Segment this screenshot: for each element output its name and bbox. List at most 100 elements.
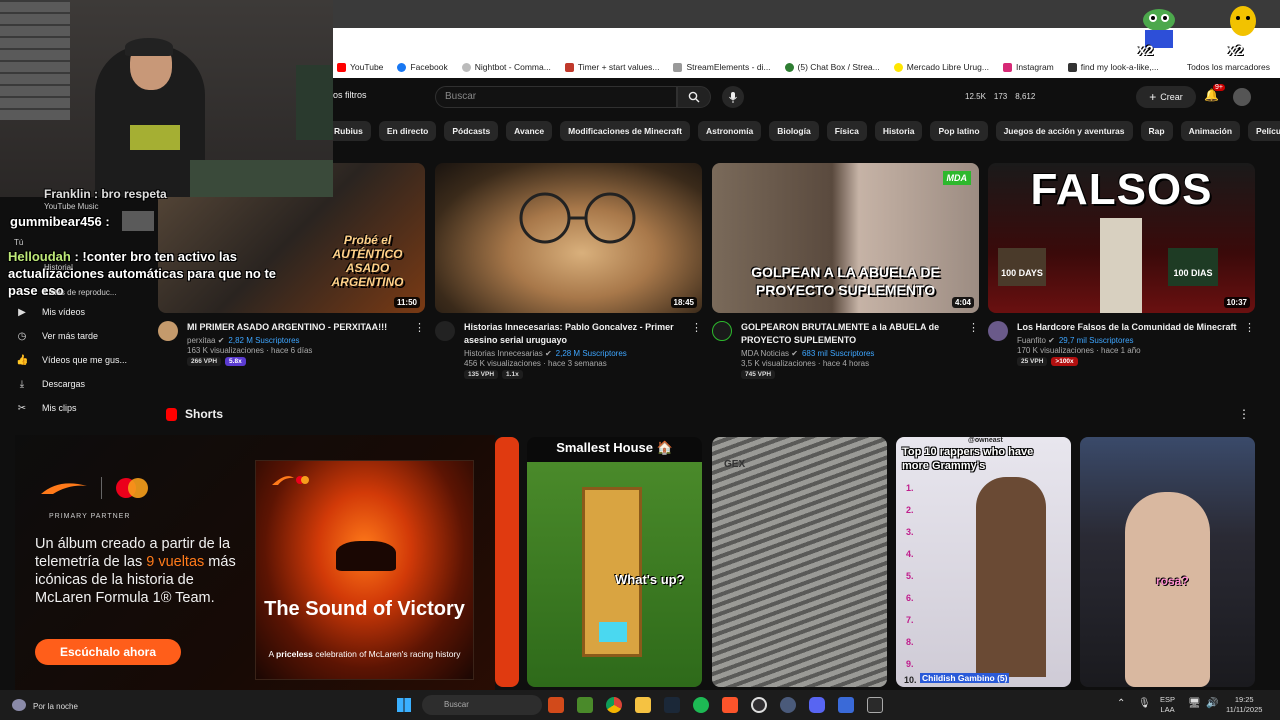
- more-options-icon[interactable]: ⋮: [968, 321, 979, 334]
- channel-name[interactable]: MDA Noticias: [741, 349, 789, 358]
- search-input[interactable]: Buscar: [435, 86, 677, 108]
- chip[interactable]: Física: [826, 121, 867, 141]
- steam-icon[interactable]: [664, 697, 680, 713]
- more-options-icon[interactable]: ⋮: [1244, 321, 1255, 334]
- video-title[interactable]: Historias Innecesarias: Pablo Goncalvez …: [464, 321, 686, 347]
- chip[interactable]: Rap: [1140, 121, 1173, 141]
- chip[interactable]: Animación: [1180, 121, 1241, 141]
- sidebar-item-downloads[interactable]: ⤓ Descargas: [0, 372, 155, 396]
- bookmark-timer[interactable]: Timer + start values...: [564, 62, 659, 72]
- album-cover[interactable]: The Sound of Victory A priceless celebra…: [255, 460, 474, 680]
- sponsor-logos: [39, 477, 150, 499]
- epic-games-icon[interactable]: [867, 697, 883, 713]
- windows-start-icon[interactable]: [397, 698, 411, 712]
- all-bookmarks[interactable]: Todos los marcadores: [1187, 62, 1270, 72]
- streamer-figure: [1125, 492, 1210, 687]
- bookmark-mercadolibre[interactable]: Mercado Libre Urug...: [893, 62, 989, 72]
- video-card[interactable]: 18:45 Historias Innecesarias: Pablo Gonc…: [435, 163, 702, 379]
- search-button[interactable]: [677, 86, 711, 108]
- create-button[interactable]: + Crear: [1136, 86, 1196, 108]
- create-label: Crear: [1160, 92, 1183, 102]
- lookalike-icon: [1067, 62, 1077, 72]
- rank-number: 4.: [906, 549, 914, 559]
- channel-line: perxitaa ✔ 2,82 M Suscriptores: [187, 336, 409, 345]
- video-card[interactable]: FALSOS 100 DAYS 100 DIAS 10:37 Los Hardc…: [988, 163, 1255, 366]
- bookmark-lookalike[interactable]: find my look-a-like,...: [1067, 62, 1159, 72]
- listen-now-button[interactable]: Escúchalo ahora: [35, 639, 181, 665]
- sidebar-item-watch-later[interactable]: ◷ Ver más tarde: [0, 324, 155, 348]
- chip[interactable]: Historia: [874, 121, 923, 141]
- chip[interactable]: Películas de come: [1248, 121, 1280, 141]
- chip[interactable]: Pop latino: [930, 121, 988, 141]
- bookmark-facebook[interactable]: Facebook: [397, 62, 448, 72]
- bookmark-label: (5) Chat Box / Strea...: [797, 62, 880, 72]
- chip[interactable]: Pódcasts: [444, 121, 499, 141]
- video-thumbnail[interactable]: FALSOS 100 DAYS 100 DIAS 10:37: [988, 163, 1255, 313]
- bookmarks-bar: YouTube Facebook Nightbot - Comma... Tim…: [333, 56, 1280, 78]
- video-title[interactable]: MI PRIMER ASADO ARGENTINO - PERXITAA!!!: [187, 321, 409, 334]
- short-card[interactable]: @owneast Top 10 rappers who have more Gr…: [896, 437, 1071, 687]
- channel-avatar[interactable]: [712, 321, 732, 341]
- short-card[interactable]: Smallest House 🏠 What's up?: [527, 437, 702, 687]
- chevron-up-icon[interactable]: ⌃: [1117, 698, 1125, 709]
- channel-name[interactable]: Fuanfito: [1017, 336, 1046, 345]
- account-avatar[interactable]: [1233, 88, 1251, 106]
- sidebar-item-clips[interactable]: ✂ Mis clips: [0, 396, 155, 420]
- video-thumbnail[interactable]: 18:45: [435, 163, 702, 313]
- bookmark-instagram[interactable]: Instagram: [1002, 62, 1054, 72]
- chip[interactable]: En directo: [378, 121, 437, 141]
- chip[interactable]: Biología: [769, 121, 819, 141]
- obs-icon[interactable]: [751, 697, 767, 713]
- bookmark-nightbot[interactable]: Nightbot - Comma...: [461, 62, 551, 72]
- ad-partner-label: PRIMARY PARTNER: [49, 513, 131, 520]
- more-options-icon[interactable]: ⋮: [691, 321, 702, 334]
- sidebar-item-liked-videos[interactable]: 👍 Vídeos que me gus...: [0, 348, 155, 372]
- minecraft-icon[interactable]: [577, 697, 593, 713]
- chip[interactable]: Juegos de acción y aventuras: [995, 121, 1133, 141]
- chrome-icon[interactable]: [606, 697, 622, 713]
- video-title[interactable]: Los Hardcore Falsos de la Comunidad de M…: [1017, 321, 1239, 334]
- video-card[interactable]: MDA GOLPEAN A LA ABUELA DE PROYECTO SUPL…: [712, 163, 979, 379]
- channel-avatar[interactable]: [988, 321, 1008, 341]
- taskbar-search[interactable]: Buscar: [422, 695, 542, 715]
- app-icon[interactable]: [780, 697, 796, 713]
- channel-name[interactable]: Historias Innecesarias: [464, 349, 543, 358]
- more-options-icon[interactable]: ⋮: [414, 321, 425, 334]
- bookmark-streamelements[interactable]: StreamElements - di...: [673, 62, 771, 72]
- mclaren-ad-overlay[interactable]: PRIMARY PARTNER Un álbum creado a partir…: [15, 435, 495, 705]
- short-card[interactable]: rosa?: [1080, 437, 1255, 687]
- short-card[interactable]: GEX: [712, 437, 887, 687]
- video-thumbnail[interactable]: MDA GOLPEAN A LA ABUELA DE PROYECTO SUPL…: [712, 163, 979, 313]
- channel-avatar[interactable]: [435, 321, 455, 341]
- chip[interactable]: Astronomía: [697, 121, 762, 141]
- spotify-icon[interactable]: [693, 697, 709, 713]
- network-icon[interactable]: 🖥: [1188, 698, 1201, 709]
- chip[interactable]: Avance: [506, 121, 553, 141]
- bookmark-chatbox[interactable]: (5) Chat Box / Strea...: [784, 62, 880, 72]
- language-indicator[interactable]: ESP LAA: [1160, 695, 1175, 715]
- bookmark-youtube[interactable]: YouTube: [337, 62, 383, 72]
- video-title[interactable]: GOLPEARON BRUTALMENTE a la ABUELA de PRO…: [741, 321, 963, 347]
- short-caption: GEX: [724, 459, 746, 470]
- weather-label[interactable]: Por la noche: [33, 702, 78, 711]
- sidebar-history-label: Historial: [44, 263, 73, 272]
- short-card[interactable]: [495, 437, 519, 687]
- brave-icon[interactable]: [722, 697, 738, 713]
- album-sub-bold: priceless: [276, 649, 313, 659]
- filters-button[interactable]: os filtros: [333, 90, 367, 100]
- vph-badge: 266 VPH: [187, 357, 222, 366]
- voice-search-button[interactable]: [722, 86, 744, 108]
- microphone-icon[interactable]: 🎙: [1138, 698, 1151, 709]
- discord-icon[interactable]: [809, 697, 825, 713]
- channel-avatar[interactable]: [158, 321, 178, 341]
- chip[interactable]: Modificaciones de Minecraft: [560, 121, 690, 141]
- more-options-icon[interactable]: ⋮: [1238, 407, 1250, 421]
- volume-icon[interactable]: 🔊: [1206, 698, 1218, 709]
- app-icon[interactable]: [548, 697, 564, 713]
- channel-name[interactable]: perxitaa: [187, 336, 215, 345]
- taskbar-clock[interactable]: 19:25 11/11/2025: [1226, 695, 1262, 715]
- mclaren-logo-icon: [272, 476, 309, 485]
- file-explorer-icon[interactable]: [635, 697, 651, 713]
- app-icon[interactable]: [838, 697, 854, 713]
- bookmark-label: YouTube: [350, 62, 384, 72]
